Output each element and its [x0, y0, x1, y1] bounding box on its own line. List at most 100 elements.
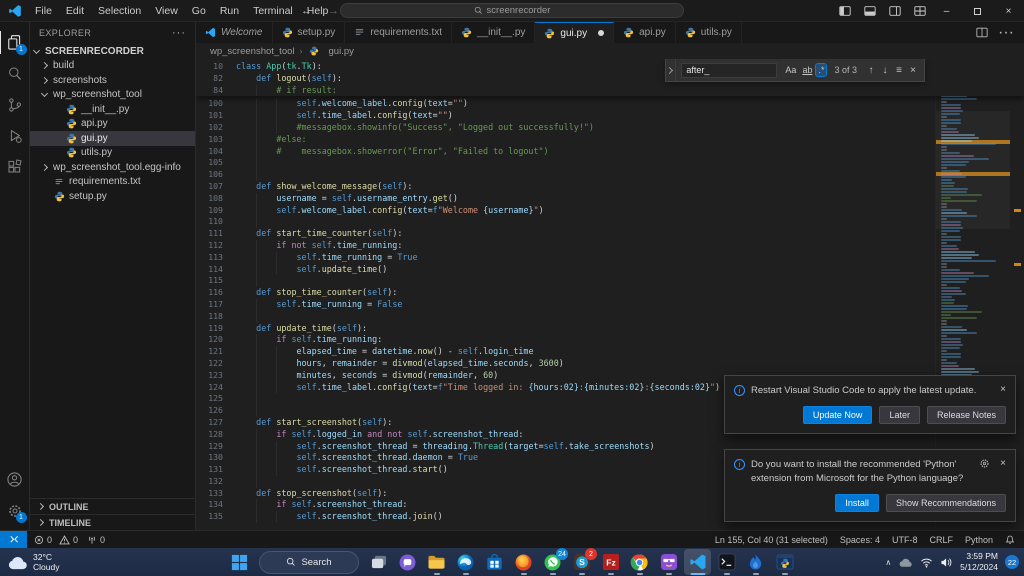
find-expand-icon[interactable]: [666, 59, 676, 81]
activity-bar-source-control-icon[interactable]: [0, 89, 30, 120]
code-line[interactable]: 101self.time_label.config(text=""): [196, 110, 1024, 122]
tab-api-py[interactable]: api.py: [614, 22, 676, 43]
weather-widget[interactable]: 32°C Cloudy: [7, 552, 59, 572]
menu-selection[interactable]: Selection: [91, 5, 148, 17]
taskbar-whatsapp-icon[interactable]: 24: [539, 549, 566, 575]
match-case-icon[interactable]: Aa: [783, 64, 798, 76]
code-line[interactable]: 121elapsed_time = datetime.now() - self.…: [196, 346, 1024, 358]
tree-item-init-py[interactable]: __init__.py: [30, 102, 195, 117]
tray-chevron-icon[interactable]: ∧: [885, 558, 891, 567]
tree-item-setup-py[interactable]: setup.py: [30, 189, 195, 204]
code-line[interactable]: 103#else:: [196, 134, 1024, 146]
tab-utils-py[interactable]: utils.py: [676, 22, 742, 43]
forward-arrow-icon[interactable]: →: [328, 5, 339, 17]
taskbar-terminal-icon[interactable]: [713, 549, 740, 575]
code-line[interactable]: 115: [196, 275, 1024, 287]
problems-indicator[interactable]: 0 0: [34, 535, 78, 545]
tab-setup-py[interactable]: setup.py: [273, 22, 346, 43]
code-line[interactable]: 112if not self.time_running:: [196, 240, 1024, 252]
ports-indicator[interactable]: 0: [87, 535, 105, 545]
activity-bar-run-debug-icon[interactable]: [0, 120, 30, 151]
status-utf-8[interactable]: UTF-8: [892, 535, 918, 545]
taskbar-start-icon[interactable]: [226, 549, 253, 575]
code-line[interactable]: 119def update_time(self):: [196, 323, 1024, 335]
close-notification-icon[interactable]: ×: [1000, 384, 1006, 395]
taskbar-firefox-icon[interactable]: [510, 549, 537, 575]
code-line[interactable]: 107def show_welcome_message(self):: [196, 181, 1024, 193]
taskbar-file-explorer-icon[interactable]: [423, 549, 450, 575]
tree-root-screenrecorder[interactable]: SCREENRECORDER: [30, 44, 195, 59]
more-actions-icon[interactable]: ···: [998, 24, 1014, 42]
taskbar-flame-app-icon[interactable]: [742, 549, 769, 575]
code-line[interactable]: 120if self.time_running:: [196, 334, 1024, 346]
split-editor-icon[interactable]: [976, 27, 988, 38]
notification-settings-icon[interactable]: [979, 458, 990, 469]
activity-bar-explorer-icon[interactable]: 1: [0, 27, 30, 58]
code-line[interactable]: 113self.time_running = True: [196, 252, 1024, 264]
code-line[interactable]: 114self.update_time(): [196, 264, 1024, 276]
code-line[interactable]: 110: [196, 216, 1024, 228]
remote-indicator[interactable]: [0, 531, 27, 548]
customize-layout-icon[interactable]: [914, 6, 926, 16]
whole-word-icon[interactable]: ab: [800, 64, 814, 76]
show-recommendations-button[interactable]: Show Recommendations: [886, 494, 1006, 512]
activity-bar-search-icon[interactable]: [0, 58, 30, 89]
restore-button[interactable]: [962, 0, 993, 22]
tree-item-utils-py[interactable]: utils.py: [30, 146, 195, 161]
tree-item-api-py[interactable]: api.py: [30, 117, 195, 132]
wifi-icon[interactable]: [920, 557, 933, 568]
code-line[interactable]: 118: [196, 311, 1024, 323]
code-line[interactable]: 117self.time_running = False: [196, 299, 1024, 311]
code-line[interactable]: 104# messagebox.showerror("Error", "Fail…: [196, 146, 1024, 158]
notifications-bell-icon[interactable]: [1005, 534, 1015, 545]
find-in-selection-icon[interactable]: ≡: [892, 65, 906, 76]
taskbar-chrome-icon[interactable]: [626, 549, 653, 575]
menu-go[interactable]: Go: [185, 5, 213, 17]
menu-terminal[interactable]: Terminal: [246, 5, 300, 17]
section-outline[interactable]: OUTLINE: [30, 498, 195, 514]
next-match-icon[interactable]: ↓: [878, 65, 892, 76]
sidebar-more-actions-icon[interactable]: ···: [172, 27, 186, 39]
status-python[interactable]: Python: [965, 535, 993, 545]
code-line[interactable]: 102#messagebox.showinfo("Success", "Logg…: [196, 122, 1024, 134]
tree-item-wp-screenshot-tool[interactable]: wp_screenshot_tool: [30, 88, 195, 103]
later-button[interactable]: Later: [879, 406, 920, 424]
settings-gear-icon[interactable]: 1: [0, 495, 30, 526]
minimize-button[interactable]: –: [931, 0, 962, 22]
clock[interactable]: 3:59 PM 5/12/2024: [960, 551, 998, 572]
code-line[interactable]: 108username = self.username_entry.get(): [196, 193, 1024, 205]
status-ln-155[interactable]: Ln 155, Col 40 (31 selected): [715, 535, 828, 545]
code-line[interactable]: 111def start_time_counter(self):: [196, 228, 1024, 240]
release-notes-button[interactable]: Release Notes: [927, 406, 1006, 424]
volume-icon[interactable]: [940, 557, 953, 568]
close-find-icon[interactable]: ×: [906, 65, 920, 76]
taskbar-chat-app-icon[interactable]: [394, 549, 421, 575]
code-line[interactable]: 84# if result:: [196, 85, 1024, 97]
breadcrumb-file[interactable]: gui.py: [329, 46, 354, 57]
toggle-sidebar-icon[interactable]: [839, 6, 851, 16]
menu-view[interactable]: View: [148, 5, 185, 17]
tree-item-build[interactable]: build: [30, 59, 195, 74]
close-button[interactable]: ×: [993, 0, 1024, 22]
install-button[interactable]: Install: [835, 494, 879, 512]
menu-file[interactable]: File: [28, 5, 59, 17]
code-line[interactable]: 105: [196, 157, 1024, 169]
tree-item-gui-py[interactable]: gui.py: [30, 131, 195, 146]
regex-icon[interactable]: .*: [816, 64, 826, 76]
close-notification-icon[interactable]: ×: [1000, 458, 1006, 469]
activity-bar-extensions-icon[interactable]: [0, 151, 30, 182]
previous-match-icon[interactable]: ↑: [864, 65, 878, 76]
code-line[interactable]: 122hours, remainder = divmod(elapsed_tim…: [196, 358, 1024, 370]
taskbar-skype-icon[interactable]: S2: [568, 549, 595, 575]
find-input[interactable]: after_: [681, 63, 777, 78]
tab-welcome[interactable]: Welcome: [196, 22, 273, 43]
tab-init-py[interactable]: __init__.py: [452, 22, 535, 43]
status-spaces[interactable]: Spaces: 4: [840, 535, 880, 545]
code-line[interactable]: 100self.welcome_label.config(text=""): [196, 98, 1024, 110]
taskbar-task-view-icon[interactable]: [365, 549, 392, 575]
taskbar-search[interactable]: Search: [259, 551, 359, 574]
menu-run[interactable]: Run: [213, 5, 246, 17]
tab-gui-py[interactable]: gui.py: [535, 22, 614, 43]
back-arrow-icon[interactable]: ←: [301, 5, 312, 17]
toggle-secondary-sidebar-icon[interactable]: [889, 6, 901, 16]
